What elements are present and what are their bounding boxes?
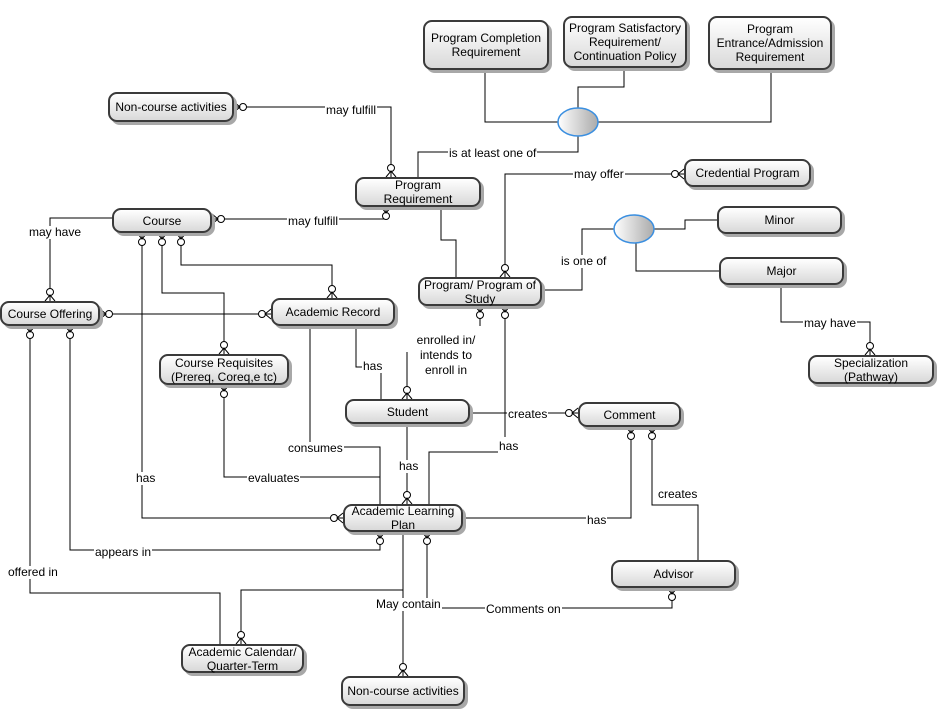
rel-appears-in: appears in [94, 545, 153, 559]
entity-course[interactable]: Course [112, 208, 212, 233]
entity-course-requisites[interactable]: Course Requisites (Prereq, Coreq,e tc) [159, 354, 289, 385]
line-satisfactory-to-subtype [577, 68, 625, 108]
entity-program-requirement[interactable]: Program Requirement [355, 177, 481, 207]
entity-academic-calendar[interactable]: Academic Calendar/ Quarter-Term [181, 644, 304, 673]
line-subtype2-to-minor [654, 219, 717, 230]
entity-program-entrance-requirement[interactable]: Program Entrance/Admission Requirement [708, 16, 832, 70]
rel-consumes: consumes [287, 441, 344, 455]
entity-advisor[interactable]: Advisor [611, 560, 736, 588]
entity-academic-learning-plan[interactable]: Academic Learning Plan [343, 504, 463, 532]
subtype-symbol-program[interactable] [613, 214, 655, 244]
entity-program-completion-requirement[interactable]: Program Completion Requirement [423, 20, 549, 70]
rel-is-at-least-one-of: is at least one of [448, 146, 538, 160]
rel-offered-in: offered in [7, 565, 59, 579]
rel-enrolled-in: enrolled in/ intends to enroll in [413, 333, 479, 378]
entity-comment[interactable]: Comment [578, 402, 681, 427]
entity-non-course-activities-top[interactable]: Non-course activities [108, 92, 234, 122]
line-course-to-requisites [161, 233, 225, 354]
rel-may-have-specialization: may have [803, 316, 858, 330]
entity-minor[interactable]: Minor [717, 206, 842, 234]
line-comment-to-plan [463, 427, 632, 519]
entity-academic-record[interactable]: Academic Record [271, 298, 395, 326]
line-noncourse-to-program-requirement [234, 106, 392, 177]
rel-may-fulfill-noncourse: may fulfill [325, 103, 378, 117]
subtype-symbol-program-requirement[interactable] [557, 107, 599, 137]
rel-may-offer: may offer [573, 167, 625, 181]
rel-evaluates: evaluates [247, 471, 301, 485]
line-course-to-record [180, 233, 333, 298]
line-program-requirement-to-program [440, 207, 457, 277]
rel-comments-on: Comments on [485, 602, 562, 616]
rel-has-comment-plan: has [586, 513, 608, 527]
entity-non-course-activities-bottom[interactable]: Non-course activities [341, 676, 465, 706]
entity-program-of-study[interactable]: Program/ Program of Study [418, 277, 542, 306]
rel-has-course-plan: has [135, 471, 157, 485]
rel-creates-comment: creates [507, 407, 549, 421]
entity-student[interactable]: Student [345, 399, 470, 424]
entity-major[interactable]: Major [719, 257, 844, 285]
rel-has-record-student: has [362, 359, 384, 373]
rel-may-contain: May contain [375, 597, 442, 611]
rel-creates-advisor: creates [657, 487, 699, 501]
rel-has-student-plan: has [398, 459, 420, 473]
entity-specialization[interactable]: Specialization (Pathway) [808, 355, 934, 384]
entity-credential-program[interactable]: Credential Program [684, 159, 811, 187]
line-program-to-plan-b [428, 451, 505, 504]
rel-is-one-of: is one of [560, 254, 608, 268]
line-completion-to-subtype [484, 70, 558, 123]
entity-course-offering[interactable]: Course Offering [0, 301, 100, 326]
er-diagram: Program Completion Requirement Program S… [0, 0, 941, 715]
rel-has-program-plan: has [498, 439, 520, 453]
rel-may-fulfill-course: may fulfill [287, 214, 340, 228]
rel-may-have-offering: may have [28, 225, 83, 239]
entity-program-satisfactory-requirement[interactable]: Program Satisfactory Requirement/ Contin… [563, 16, 687, 68]
line-subtype2-to-major [635, 243, 719, 272]
line-plan-to-calendar [240, 532, 404, 644]
